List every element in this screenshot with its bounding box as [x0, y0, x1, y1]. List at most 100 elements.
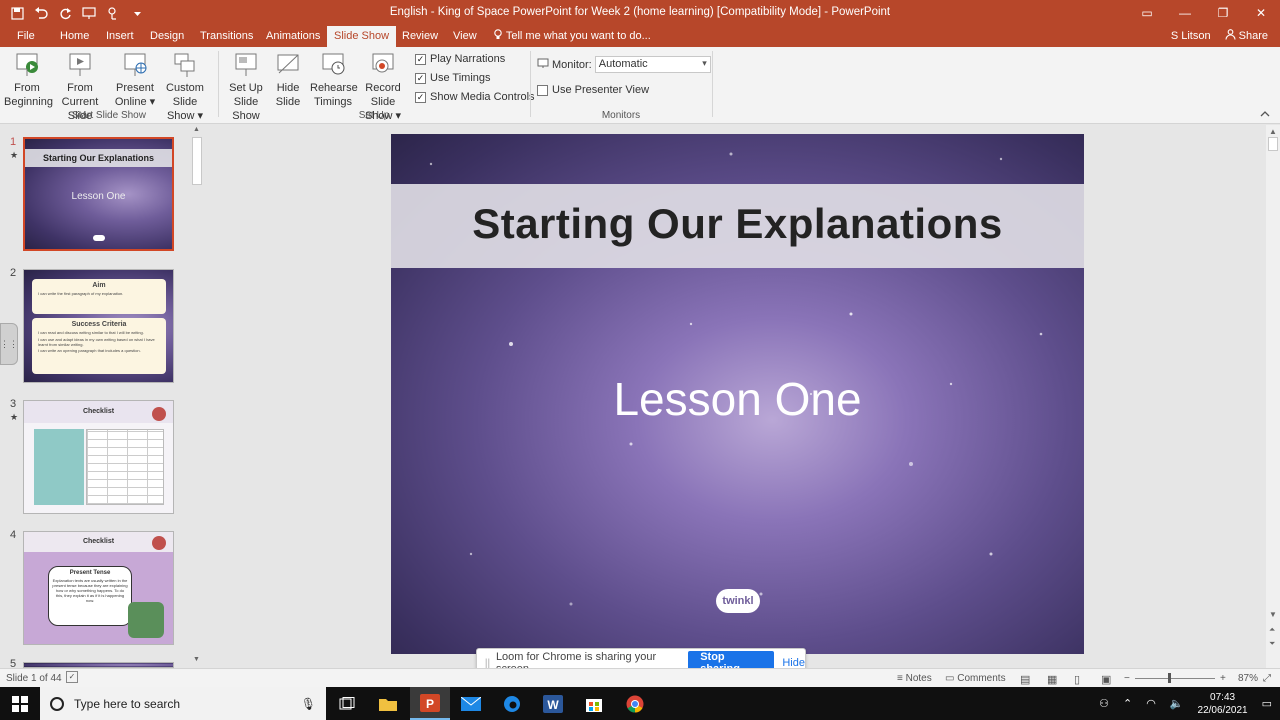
thumbnail-slide-2[interactable]: Aim I can write the first paragraph of m…: [23, 269, 174, 383]
slide-show-view-icon[interactable]: ▣: [1101, 673, 1111, 686]
character-icon: [128, 602, 164, 638]
share-button[interactable]: Share: [1225, 29, 1268, 42]
thumbnail-slide-3[interactable]: Checklist: [23, 400, 174, 514]
slide-sorter-icon[interactable]: ▦: [1047, 673, 1057, 686]
store-icon[interactable]: [574, 687, 614, 720]
status-bar: Slide 1 of 44 ✓ ≡ Notes ▭ Comments ▤ ▦ ▯…: [0, 668, 1280, 687]
user-name[interactable]: S Litson: [1171, 30, 1211, 42]
microphone-icon[interactable]: 🎙: [301, 697, 316, 711]
rehearse-line2: Timings: [313, 96, 353, 108]
tab-insert[interactable]: Insert: [99, 26, 141, 47]
custom-show-line1: Custom Slide: [166, 82, 204, 108]
fit-to-window-icon[interactable]: ⤢: [1263, 673, 1271, 684]
ribbon-display-options-icon[interactable]: ▭: [1128, 0, 1166, 26]
windows-start-icon[interactable]: [0, 687, 40, 720]
save-icon[interactable]: [8, 4, 26, 22]
taskbar-clock[interactable]: 07:43 22/06/2021: [1198, 691, 1248, 717]
pane-expand-handle-icon[interactable]: ⋮⋮: [0, 323, 18, 365]
from-beginning-button[interactable]: From Beginning: [4, 51, 53, 109]
tab-design[interactable]: Design: [143, 26, 191, 47]
show-hidden-icons-icon[interactable]: ⌃: [1123, 697, 1132, 710]
tab-slide-show[interactable]: Slide Show: [327, 26, 397, 47]
file-explorer-icon[interactable]: [368, 687, 408, 720]
powerpoint-icon[interactable]: P: [410, 687, 450, 720]
scroll-down-icon[interactable]: ▼: [193, 656, 200, 663]
zoom-in-icon[interactable]: +: [1220, 673, 1226, 684]
from-current-line1: From: [67, 82, 93, 94]
notes-label: Notes: [905, 673, 932, 684]
taskbar-search-box[interactable]: Type here to search 🎙: [40, 687, 326, 720]
comment-icon: ▭: [945, 673, 955, 684]
use-presenter-view-checkbox[interactable]: Use Presenter View: [537, 84, 649, 96]
main-scroll-thumb[interactable]: [1268, 137, 1278, 151]
zoom-out-icon[interactable]: −: [1124, 673, 1130, 684]
tab-transitions[interactable]: Transitions: [193, 26, 260, 47]
set-up-group-label: Set Up: [358, 110, 390, 121]
use-timings-checkbox[interactable]: ✓ Use Timings: [415, 72, 491, 84]
setup-show-icon: [232, 51, 260, 79]
volume-icon[interactable]: 🔈: [1170, 697, 1184, 710]
play-narrations-checkbox[interactable]: ✓ Play Narrations: [415, 53, 505, 65]
word-icon[interactable]: W: [533, 687, 573, 720]
tell-me-search[interactable]: Tell me what you want to do...: [486, 26, 658, 47]
slide-title[interactable]: Starting Our Explanations: [391, 200, 1084, 248]
monitor-select[interactable]: Automatic: [594, 56, 711, 73]
touch-mode-icon[interactable]: [104, 4, 122, 22]
use-presenter-view-label: Use Presenter View: [552, 84, 650, 96]
tab-file[interactable]: File: [10, 26, 42, 47]
notifications-icon[interactable]: ▭: [1262, 697, 1272, 710]
task-view-icon[interactable]: [327, 687, 367, 720]
zoom-slider[interactable]: [1135, 678, 1215, 679]
slide-subtitle[interactable]: Lesson One: [391, 372, 1084, 426]
thumbnail-slide-4[interactable]: Checklist Present Tense Explanation text…: [23, 531, 174, 645]
show-media-controls-checkbox[interactable]: ✓ Show Media Controls: [415, 91, 535, 103]
tab-view[interactable]: View: [446, 26, 484, 47]
reading-view-icon[interactable]: ▯: [1074, 673, 1080, 686]
notes-button[interactable]: ≡ Notes: [897, 673, 932, 684]
collapse-ribbon-icon[interactable]: [1260, 109, 1270, 120]
thumbnail-scrollbar[interactable]: ▲ ▼: [191, 125, 203, 668]
scroll-up-icon[interactable]: ▲: [193, 126, 200, 133]
zoom-level[interactable]: 87%: [1238, 673, 1258, 684]
wifi-icon[interactable]: ◠: [1146, 697, 1156, 710]
comments-label: Comments: [957, 673, 1006, 684]
thumb-aim-text: I can write the first paragraph of my ex…: [38, 291, 124, 296]
rehearse-timings-button[interactable]: Rehearse Timings: [310, 51, 358, 109]
main-scrollbar[interactable]: ▲ ▼ ⏶ ⏷: [1266, 125, 1280, 668]
clock-time: 07:43: [1210, 691, 1236, 703]
minimize-icon[interactable]: —: [1166, 0, 1204, 26]
current-slide[interactable]: Starting Our Explanations Lesson One twi…: [391, 134, 1084, 654]
redo-icon[interactable]: [56, 4, 74, 22]
close-icon[interactable]: ✕: [1242, 0, 1280, 26]
hide-slide-button[interactable]: Hide Slide: [272, 51, 304, 109]
zoom-slider-knob[interactable]: [1168, 673, 1171, 683]
tab-home[interactable]: Home: [53, 26, 96, 47]
scroll-down-icon[interactable]: ▼: [1269, 610, 1277, 619]
people-icon[interactable]: ⚇: [1099, 697, 1109, 710]
record-line1: Record Slide: [365, 82, 401, 108]
next-slide-icon[interactable]: ⏷: [1269, 639, 1275, 649]
undo-icon[interactable]: [32, 4, 50, 22]
play-from-start-icon: [13, 51, 41, 79]
custom-show-icon: [171, 51, 199, 79]
thumbnail-slide-1[interactable]: Starting Our Explanations Lesson One: [23, 137, 174, 251]
mail-icon[interactable]: [451, 687, 491, 720]
tab-animations[interactable]: Animations: [259, 26, 327, 47]
notes-icon: ≡: [897, 673, 903, 684]
restore-icon[interactable]: ❐: [1204, 0, 1242, 26]
tab-review[interactable]: Review: [395, 26, 445, 47]
previous-slide-icon[interactable]: ⏶: [1269, 625, 1275, 635]
drag-grip-icon[interactable]: ||: [481, 658, 494, 669]
normal-view-icon[interactable]: ▤: [1020, 673, 1030, 686]
thumbnail-scroll-thumb[interactable]: [192, 137, 202, 185]
ribbon-separator: [712, 51, 713, 117]
comments-button[interactable]: ▭ Comments: [945, 673, 1006, 684]
accessibility-check-icon[interactable]: ✓: [66, 671, 78, 683]
scroll-up-icon[interactable]: ▲: [1269, 127, 1277, 136]
monitors-group-label: Monitors: [601, 110, 641, 121]
present-online-button[interactable]: Present Online ▾: [114, 51, 156, 109]
present-icon[interactable]: [80, 4, 98, 22]
chrome-icon[interactable]: [615, 687, 655, 720]
edge-icon[interactable]: [492, 687, 532, 720]
customize-icon[interactable]: [128, 4, 146, 22]
